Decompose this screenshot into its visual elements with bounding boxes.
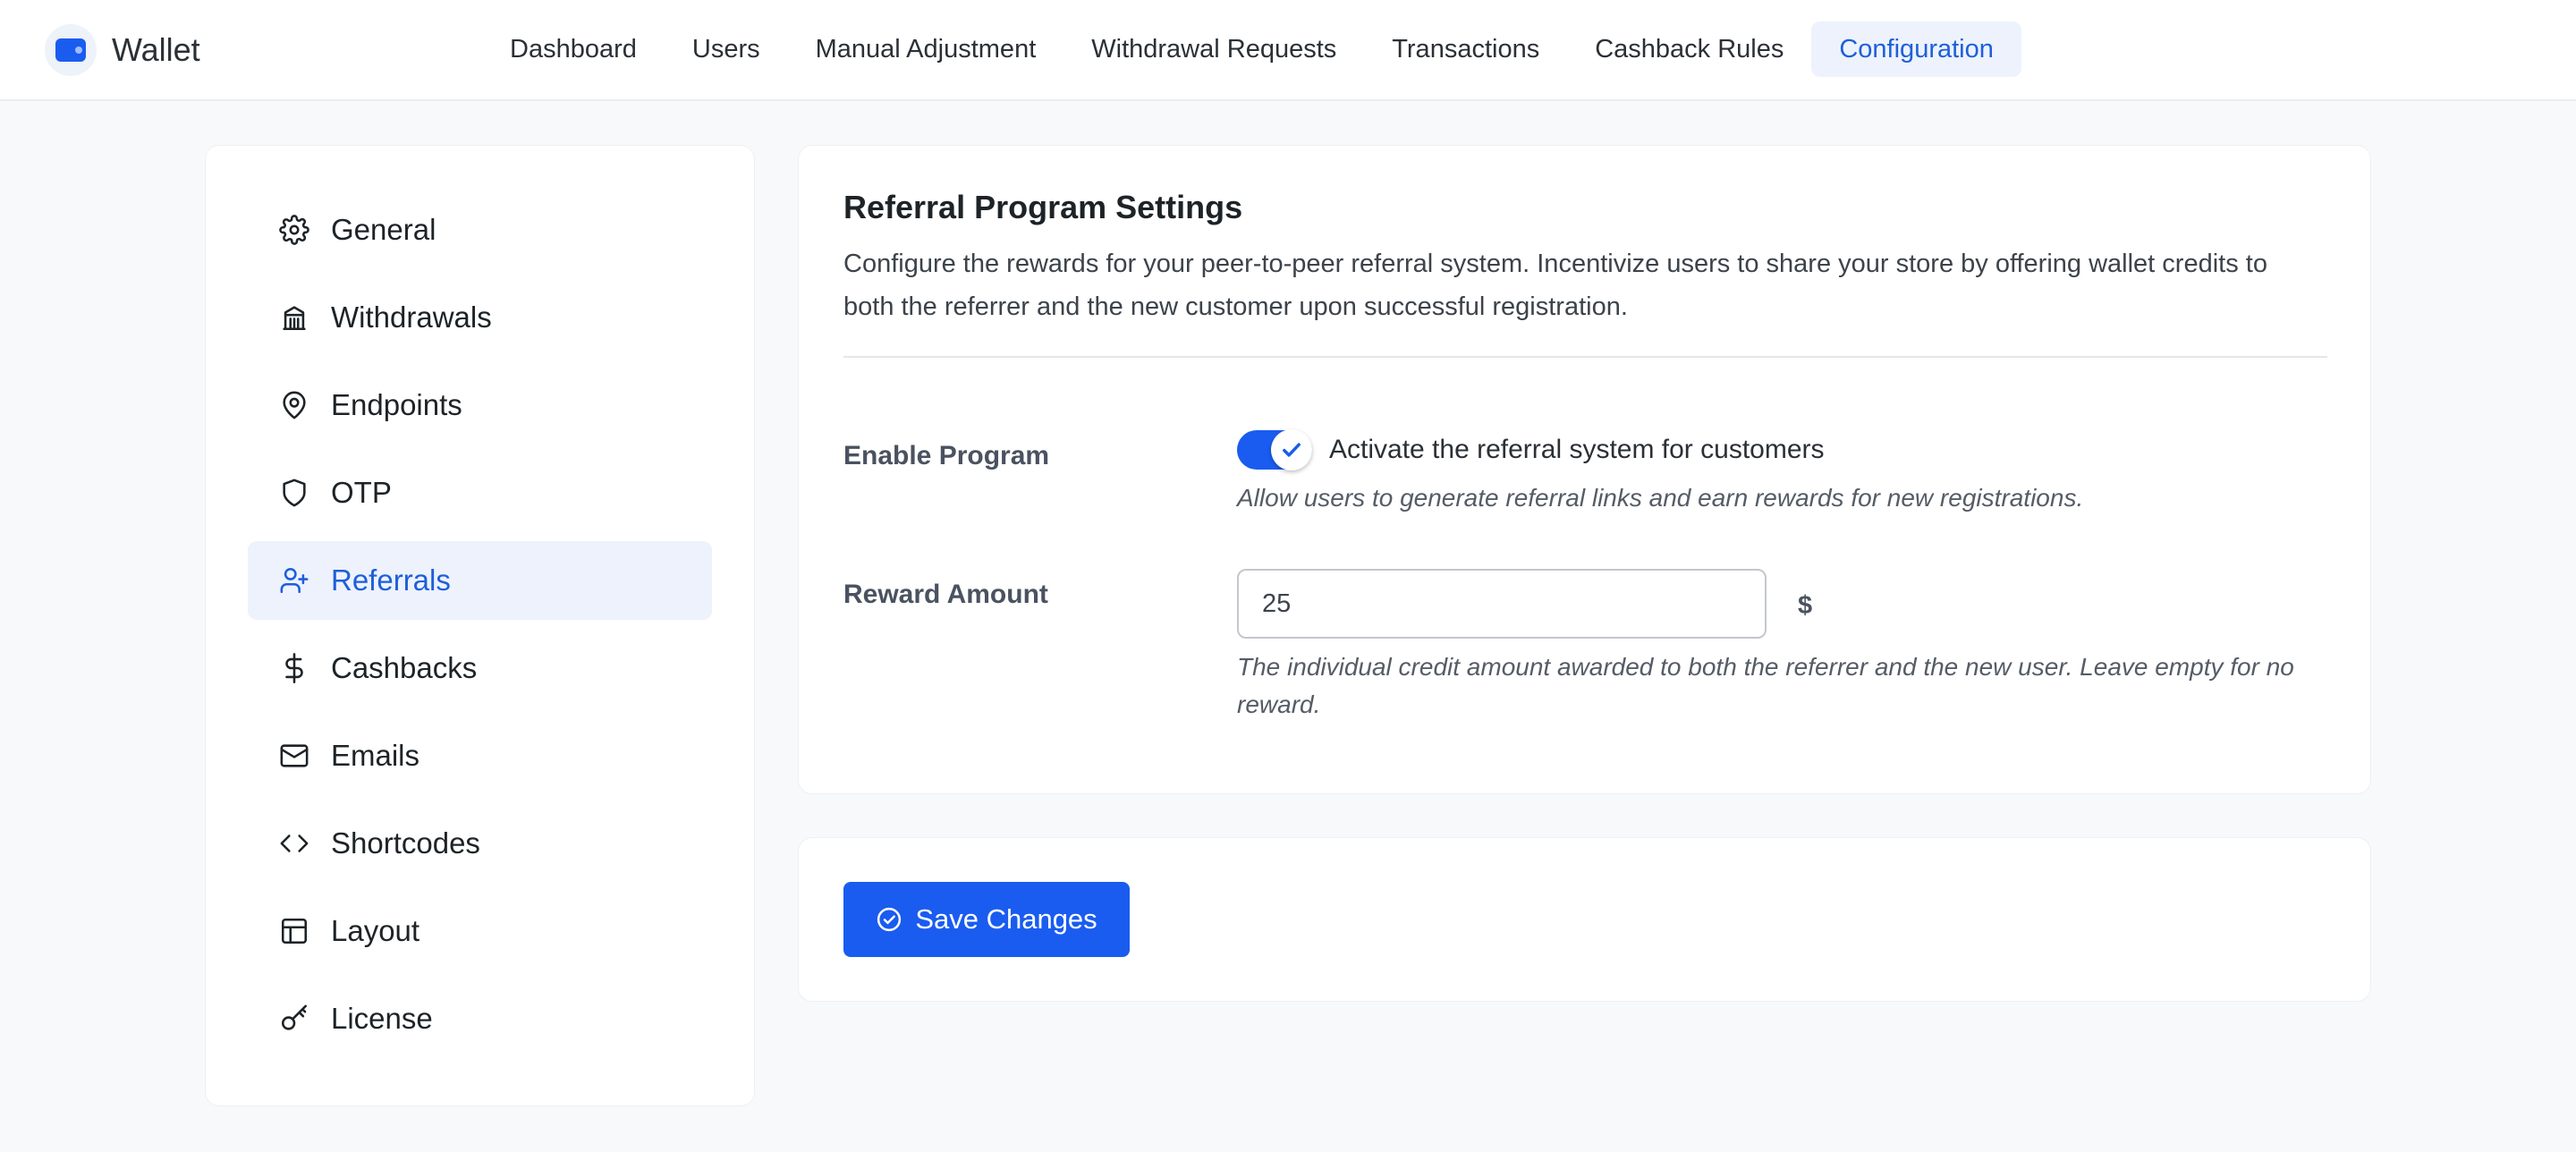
sidebar-item-cashbacks[interactable]: Cashbacks: [248, 629, 712, 707]
sidebar-item-label: General: [331, 213, 436, 246]
sidebar-item-label: Endpoints: [331, 388, 462, 421]
reward-amount-help: The individual credit amount awarded to …: [1237, 653, 2294, 718]
wallet-logo-icon: [45, 24, 97, 76]
map-pin-icon: [278, 389, 310, 421]
settings-description: Configure the rewards for your peer-to-p…: [843, 250, 2267, 321]
check-icon: [1271, 429, 1312, 470]
mail-icon: [278, 740, 310, 772]
reward-amount-label: Reward Amount: [843, 580, 1048, 609]
enable-program-toggle[interactable]: [1237, 429, 1312, 470]
save-changes-button[interactable]: Save Changes: [843, 882, 1130, 957]
sidebar-item-label: Referrals: [331, 563, 451, 597]
nav-item-withdrawal-requests[interactable]: Withdrawal Requests: [1063, 21, 1364, 77]
gear-icon: [278, 214, 310, 246]
dollar-icon: [278, 652, 310, 684]
brand-name: Wallet: [112, 31, 200, 68]
nav-item-manual-adjustment[interactable]: Manual Adjustment: [788, 21, 1064, 77]
actions-card: Save Changes: [798, 837, 2371, 1002]
sidebar-item-label: License: [331, 1002, 433, 1035]
sidebar-item-label: Shortcodes: [331, 826, 480, 860]
shield-icon: [278, 477, 310, 509]
code-icon: [278, 827, 310, 860]
main-nav: Dashboard Users Manual Adjustment Withdr…: [482, 21, 2021, 77]
sidebar-item-general[interactable]: General: [248, 191, 712, 269]
check-circle-icon: [877, 907, 902, 932]
key-icon: [278, 1003, 310, 1035]
page-title: Referral Program Settings: [843, 189, 1243, 225]
enable-program-toggle-text[interactable]: Activate the referral system for custome…: [1329, 435, 1825, 465]
sidebar-item-shortcodes[interactable]: Shortcodes: [248, 804, 712, 883]
reward-amount-input[interactable]: [1237, 569, 1767, 639]
enable-program-label: Enable Program: [843, 441, 1050, 470]
enable-program-help: Allow users to generate referral links a…: [1237, 484, 2084, 512]
sidebar-item-otp[interactable]: OTP: [248, 453, 712, 532]
sidebar-item-layout[interactable]: Layout: [248, 892, 712, 970]
sidebar-item-label: Cashbacks: [331, 651, 478, 684]
nav-item-dashboard[interactable]: Dashboard: [482, 21, 665, 77]
user-plus-icon: [278, 564, 310, 597]
brand[interactable]: Wallet: [45, 24, 200, 76]
divider: [843, 356, 2327, 358]
sidebar-item-emails[interactable]: Emails: [248, 716, 712, 795]
currency-symbol: $: [1798, 591, 1813, 620]
bank-icon: [278, 301, 310, 334]
sidebar-item-endpoints[interactable]: Endpoints: [248, 366, 712, 445]
nav-item-transactions[interactable]: Transactions: [1364, 21, 1567, 77]
sidebar-item-label: Withdrawals: [331, 301, 492, 334]
settings-sidebar: General Withdrawals Endpoints OTP Referr…: [205, 145, 755, 1106]
sidebar-item-label: OTP: [331, 476, 392, 509]
sidebar-item-withdrawals[interactable]: Withdrawals: [248, 278, 712, 357]
sidebar-item-label: Emails: [331, 739, 420, 772]
referral-settings-card: Referral Program Settings Configure the …: [798, 145, 2371, 794]
top-navigation-bar: Wallet Dashboard Users Manual Adjustment…: [0, 0, 2576, 101]
sidebar-item-license[interactable]: License: [248, 979, 712, 1058]
nav-item-cashback-rules[interactable]: Cashback Rules: [1567, 21, 1811, 77]
nav-item-users[interactable]: Users: [665, 21, 788, 77]
nav-item-configuration[interactable]: Configuration: [1811, 21, 2021, 77]
layout-icon: [278, 915, 310, 947]
save-button-label: Save Changes: [915, 903, 1097, 935]
sidebar-item-label: Layout: [331, 914, 420, 947]
sidebar-item-referrals[interactable]: Referrals: [248, 541, 712, 620]
